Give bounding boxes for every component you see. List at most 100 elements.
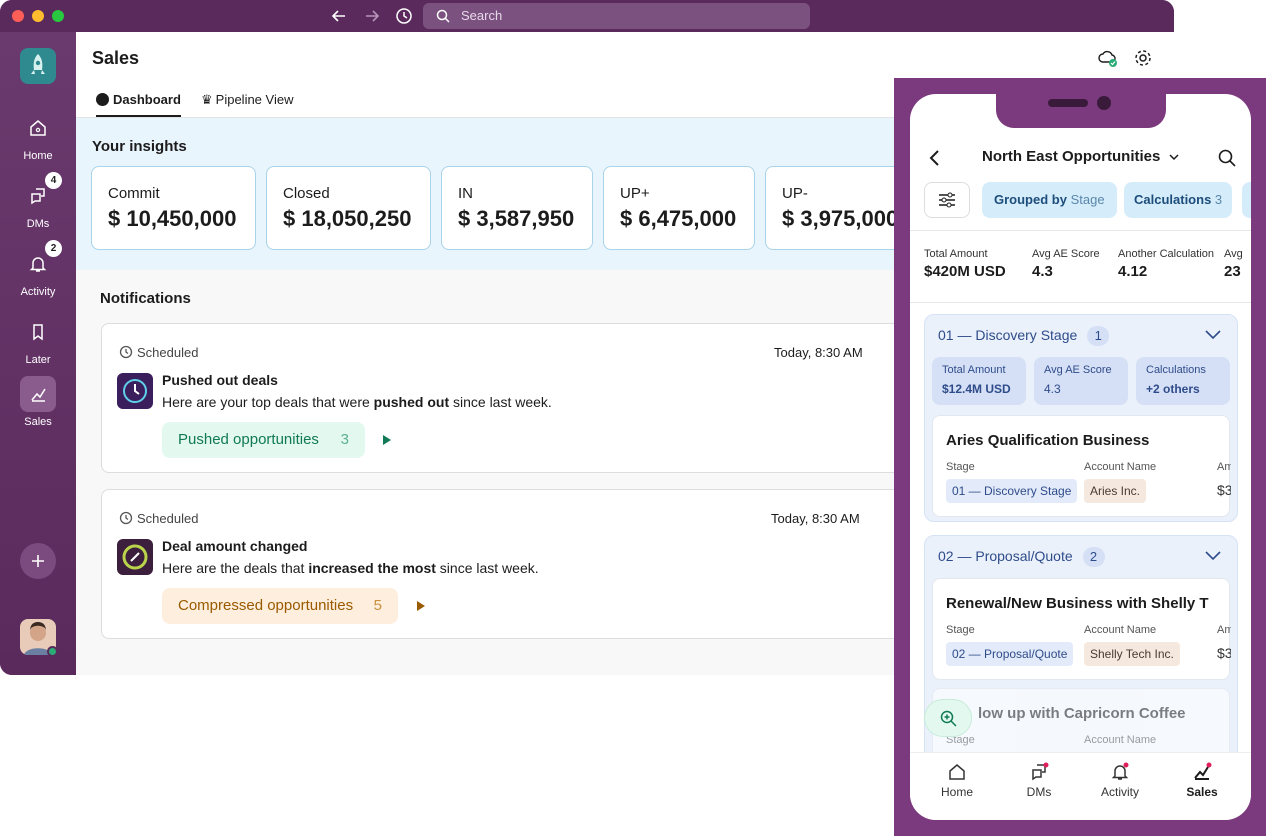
deal-amount: $3 <box>1217 645 1231 661</box>
group-header[interactable]: 02 — Proposal/Quote 2 <box>938 547 1105 567</box>
stage-group: 01 — Discovery Stage 1 Total Amount $12.… <box>924 314 1238 522</box>
sidebar-item-activity[interactable]: 2 Activity <box>0 240 76 298</box>
stat-value: 4.3 <box>1044 382 1061 396</box>
group-stat: Total Amount $12.4M USD <box>932 357 1026 405</box>
deal-card[interactable]: Renewal/New Business with Shelly T Stage… <box>932 578 1231 680</box>
notification-text: Here are the deals that increased the mo… <box>162 560 539 576</box>
scheduled-tag: Scheduled <box>137 511 199 526</box>
insight-value: $ 6,475,000 <box>620 206 737 231</box>
sidebar-item-label: DMs <box>26 218 50 230</box>
dashboard-gauge-icon <box>96 93 109 106</box>
gear-icon[interactable] <box>1133 48 1153 68</box>
deal-title: Renewal/New Business with Shelly T <box>946 595 1209 612</box>
deal-field-label: Account Name <box>1084 461 1157 473</box>
chevron-down-icon[interactable] <box>1205 551 1221 561</box>
history-clock-icon[interactable] <box>395 7 413 25</box>
sidebar-item-label: Later <box>25 354 51 366</box>
tab-label: Dashboard <box>113 92 181 107</box>
tab-label: Pipeline View <box>215 92 294 107</box>
search-icon[interactable] <box>1218 149 1236 167</box>
notification-title: Pushed out deals <box>162 372 278 388</box>
summary-value: 4.12 <box>1118 263 1148 280</box>
text-part: since last week. <box>435 560 539 576</box>
play-triangle-icon[interactable] <box>416 600 426 612</box>
insight-card-up-plus[interactable]: UP+ $ 6,475,000 <box>603 166 755 250</box>
chevron-down-icon[interactable] <box>1205 330 1221 340</box>
insights-title: Your insights <box>92 138 187 155</box>
summary-another-calculation: Another Calculation 4.12 <box>1118 248 1214 280</box>
pill-label: Pushed opportunities <box>178 431 319 448</box>
account-tag: Shelly Tech Inc. <box>1084 642 1180 666</box>
group-stat[interactable]: Calculations +2 others <box>1136 357 1230 405</box>
close-window-button[interactable] <box>12 10 24 22</box>
summary-label: Avg AE Score <box>1032 248 1100 260</box>
minimize-window-button[interactable] <box>32 10 44 22</box>
cloud-check-icon[interactable] <box>1098 48 1118 68</box>
play-triangle-icon[interactable] <box>382 434 392 446</box>
search-bar[interactable]: Search <box>423 3 810 29</box>
forward-arrow-icon[interactable] <box>364 8 380 24</box>
maximize-window-button[interactable] <box>52 10 64 22</box>
deal-field-label: Account Name <box>1084 624 1157 636</box>
stat-label: Total Amount <box>942 364 1006 376</box>
group-name: 02 — Proposal/Quote <box>938 548 1073 564</box>
add-button[interactable] <box>20 543 56 579</box>
sidebar-item-label: Activity <box>20 286 56 298</box>
notification-time: Today, 8:30 AM <box>771 511 860 526</box>
insight-card-closed[interactable]: Closed $ 18,050,250 <box>266 166 431 250</box>
sidebar-item-home[interactable]: Home <box>0 110 76 162</box>
pill-count: 5 <box>373 597 382 614</box>
sidebar-item-dms[interactable]: 4 DMs <box>0 172 76 230</box>
bell-icon <box>1111 762 1129 780</box>
mobile-title-text: North East Opportunities <box>982 148 1161 165</box>
insight-card-in[interactable]: IN $ 3,587,950 <box>441 166 593 250</box>
group-header[interactable]: 01 — Discovery Stage 1 <box>938 326 1110 346</box>
compressed-opportunities-button[interactable]: Compressed opportunities 5 <box>162 588 398 624</box>
tab-dashboard[interactable]: Dashboard <box>96 92 181 117</box>
tab-sales[interactable]: Sales <box>1162 762 1242 799</box>
back-chevron-icon[interactable] <box>928 149 940 167</box>
notification-text: Here are your top deals that were pushed… <box>162 394 552 410</box>
grouped-by-chip[interactable]: Grouped by Stage <box>982 182 1117 218</box>
workspace-logo[interactable] <box>20 48 56 84</box>
notification-title: Deal amount changed <box>162 538 308 554</box>
scheduled-tag: Scheduled <box>137 345 199 360</box>
summary-value: 23 <box>1224 263 1241 280</box>
summary-label: Another Calculation <box>1118 248 1215 260</box>
chip-value: 3 <box>1214 192 1223 207</box>
summary-value: $420M USD <box>924 263 1006 280</box>
text-bold: pushed out <box>373 394 450 410</box>
deal-field-label: Am <box>1217 461 1231 473</box>
summary-value: 4.3 <box>1032 263 1053 280</box>
deal-card[interactable]: Aries Qualification Business Stage 01 — … <box>932 415 1231 517</box>
insight-card-commit[interactable]: Commit $ 10,450,000 <box>91 166 256 250</box>
stat-value: +2 others <box>1146 382 1200 396</box>
tab-dms[interactable]: DMs <box>999 762 1079 799</box>
pushed-opportunities-button[interactable]: Pushed opportunities 3 <box>162 422 365 458</box>
sidebar-item-later[interactable]: Later <box>0 314 76 366</box>
title-bar: Search <box>0 0 1174 32</box>
insight-label: Closed <box>283 185 330 202</box>
deal-amount-app-icon <box>117 539 153 575</box>
search-icon <box>436 9 450 23</box>
deal-field-label: Am <box>1217 624 1231 636</box>
notification-card: Scheduled Today, 8:30 AM Deal amount cha… <box>101 489 931 639</box>
deal-title: low up with Capricorn Coffee <box>978 705 1186 722</box>
chip-value: Stage <box>1070 192 1105 207</box>
notifications-title: Notifications <box>100 290 191 307</box>
calculations-chip[interactable]: Calculations 3 <box>1124 182 1233 218</box>
sidebar-item-sales[interactable]: Sales <box>0 376 76 428</box>
phone-notch <box>996 94 1166 128</box>
deal-field-label: Stage <box>946 624 975 636</box>
zoom-fab-button[interactable] <box>924 699 972 737</box>
tab-label: DMs <box>1026 785 1052 799</box>
stat-label: Avg AE Score <box>1044 364 1112 376</box>
tab-home[interactable]: Home <box>917 762 997 799</box>
filter-button[interactable] <box>924 182 970 218</box>
tab-activity[interactable]: Activity <box>1080 762 1160 799</box>
tab-pipeline-view[interactable]: ♛ Pipeline View <box>201 92 293 108</box>
more-chip[interactable] <box>1242 182 1251 218</box>
page-title: Sales <box>92 48 140 68</box>
back-arrow-icon[interactable] <box>331 8 347 24</box>
mobile-title[interactable]: North East Opportunities <box>982 148 1179 165</box>
